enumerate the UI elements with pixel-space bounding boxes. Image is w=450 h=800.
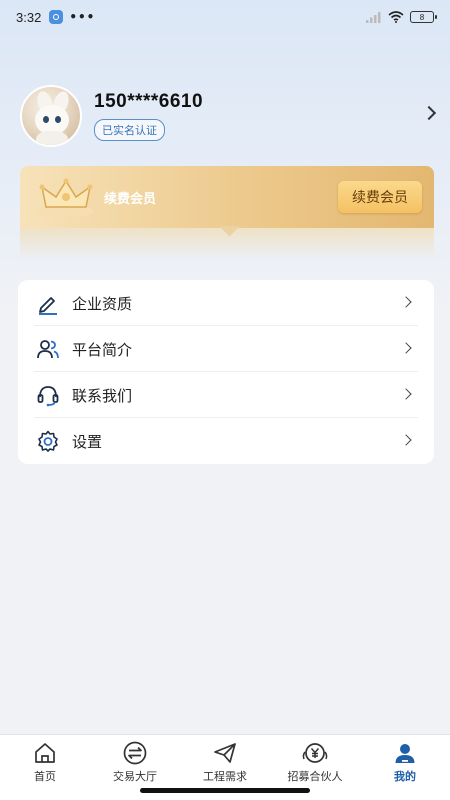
app-notification-icon <box>49 10 64 24</box>
exchange-icon <box>122 741 148 765</box>
membership-banner[interactable]: 续费会员 续费会员 <box>20 166 434 228</box>
paper-plane-icon <box>212 741 238 765</box>
chevron-right-icon <box>400 388 412 400</box>
nav-label: 工程需求 <box>203 770 247 783</box>
crown-icon <box>38 178 94 217</box>
chevron-right-icon <box>400 342 412 354</box>
users-icon <box>36 337 60 361</box>
menu-item-settings[interactable]: 设置 <box>18 418 434 464</box>
edit-pen-icon <box>36 291 60 315</box>
status-right: 8 <box>366 11 437 23</box>
signal-icon <box>366 12 381 23</box>
menu-card: 企业资质 平台简介 联系我们 设置 <box>18 280 434 464</box>
nav-item-mine[interactable]: 我的 <box>360 735 450 800</box>
membership-pointer <box>218 226 242 240</box>
status-time: 3:32 <box>16 9 42 25</box>
status-more-dots: ••• <box>69 10 96 24</box>
menu-item-platform-intro[interactable]: 平台简介 <box>18 326 434 372</box>
menu-item-label: 设置 <box>72 432 103 451</box>
avatar[interactable] <box>20 85 82 147</box>
membership-label: 续费会员 <box>104 191 157 207</box>
battery-icon: 8 <box>410 11 437 23</box>
menu-item-contact-us[interactable]: 联系我们 <box>18 372 434 418</box>
menu-item-label: 企业资质 <box>72 294 133 313</box>
yuan-partner-icon <box>302 741 328 765</box>
nav-item-home[interactable]: 首页 <box>0 735 90 800</box>
profile-icon <box>392 741 418 765</box>
nav-label: 我的 <box>394 770 416 783</box>
nav-label: 交易大厅 <box>113 770 157 783</box>
profile-header[interactable]: 150****6610 已实名认证 <box>20 85 440 147</box>
phone-number: 150****6610 <box>94 91 204 112</box>
settings-gear-icon <box>36 429 60 453</box>
home-icon <box>32 741 58 765</box>
headset-icon <box>36 383 60 407</box>
battery-level: 8 <box>419 12 425 22</box>
chevron-right-icon[interactable] <box>421 105 437 121</box>
menu-item-enterprise-qualification[interactable]: 企业资质 <box>18 280 434 326</box>
home-indicator[interactable] <box>140 788 310 793</box>
chevron-right-icon <box>400 296 412 308</box>
status-bar: 3:32 ••• 8 <box>0 0 450 34</box>
nav-label: 首页 <box>34 770 56 783</box>
wifi-icon <box>388 11 404 23</box>
chevron-right-icon <box>400 434 412 446</box>
menu-item-label: 平台简介 <box>72 340 133 359</box>
nav-label: 招募合伙人 <box>287 770 343 783</box>
renew-membership-button[interactable]: 续费会员 <box>338 181 422 213</box>
verification-badge: 已实名认证 <box>94 119 165 141</box>
menu-item-label: 联系我们 <box>72 386 133 405</box>
profile-info: 150****6610 已实名认证 <box>94 91 203 141</box>
